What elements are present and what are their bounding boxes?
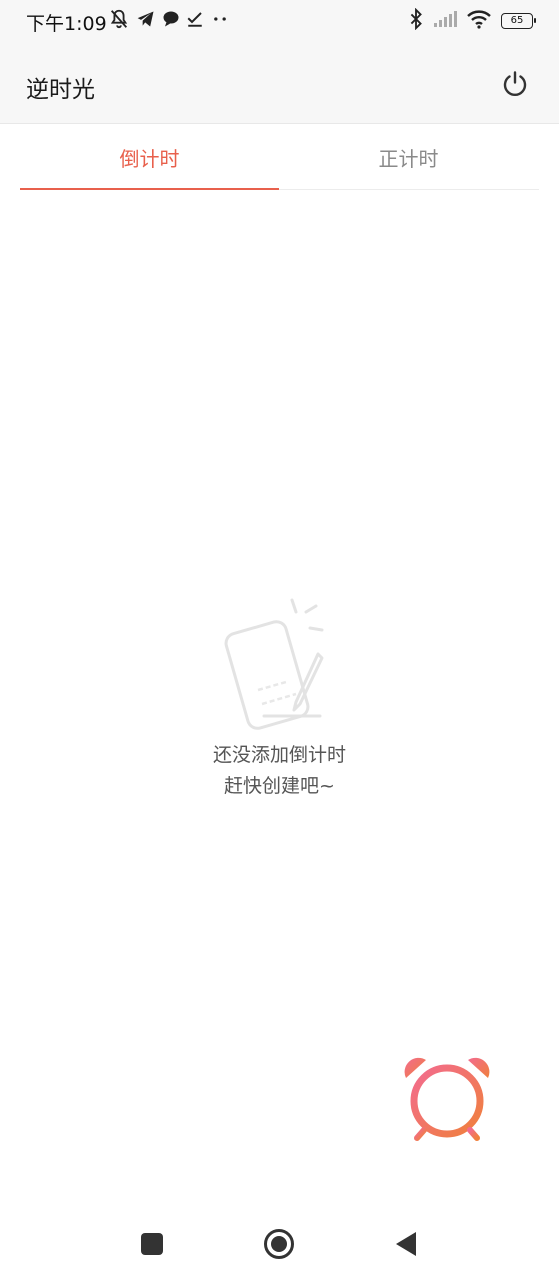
wifi-icon: [467, 9, 491, 33]
tab-count-up[interactable]: 正计时: [279, 124, 538, 190]
chat-icon: [162, 10, 180, 32]
signal-icon: [433, 10, 457, 32]
system-icons: 65: [409, 7, 536, 34]
telegram-icon: [136, 9, 156, 33]
empty-message-line2: 赶快创建吧~: [224, 775, 335, 797]
status-time: 下午1:09: [26, 13, 107, 35]
battery-icon: 65: [501, 13, 536, 29]
home-button[interactable]: [263, 1228, 295, 1260]
back-button[interactable]: [390, 1228, 422, 1260]
system-nav-bar: [0, 1206, 559, 1280]
power-button[interactable]: [501, 70, 529, 98]
add-alarm-icon: [404, 1057, 490, 1141]
check-icon: [186, 10, 204, 32]
empty-message-line1: 还没添加倒计时: [212, 744, 346, 766]
notification-icons: [108, 8, 230, 34]
home-icon: [264, 1229, 294, 1259]
tab-bar: 倒计时 正计时: [20, 124, 539, 190]
recent-apps-button[interactable]: [136, 1228, 168, 1260]
back-icon: [396, 1232, 416, 1256]
tab-indicator: [20, 188, 279, 190]
bluetooth-icon: [409, 7, 423, 34]
power-icon: [503, 71, 527, 97]
tab-countdown[interactable]: 倒计时: [20, 124, 279, 190]
add-timer-button[interactable]: [402, 1054, 492, 1144]
empty-note-icon: [224, 598, 336, 738]
status-bar: 下午1:09 65: [0, 0, 559, 42]
app-title: 逆时光: [26, 77, 95, 103]
more-dots-icon: [210, 9, 230, 33]
bell-off-icon: [108, 8, 130, 34]
app-bar: 逆时光: [0, 42, 559, 124]
recent-apps-icon: [141, 1233, 163, 1255]
